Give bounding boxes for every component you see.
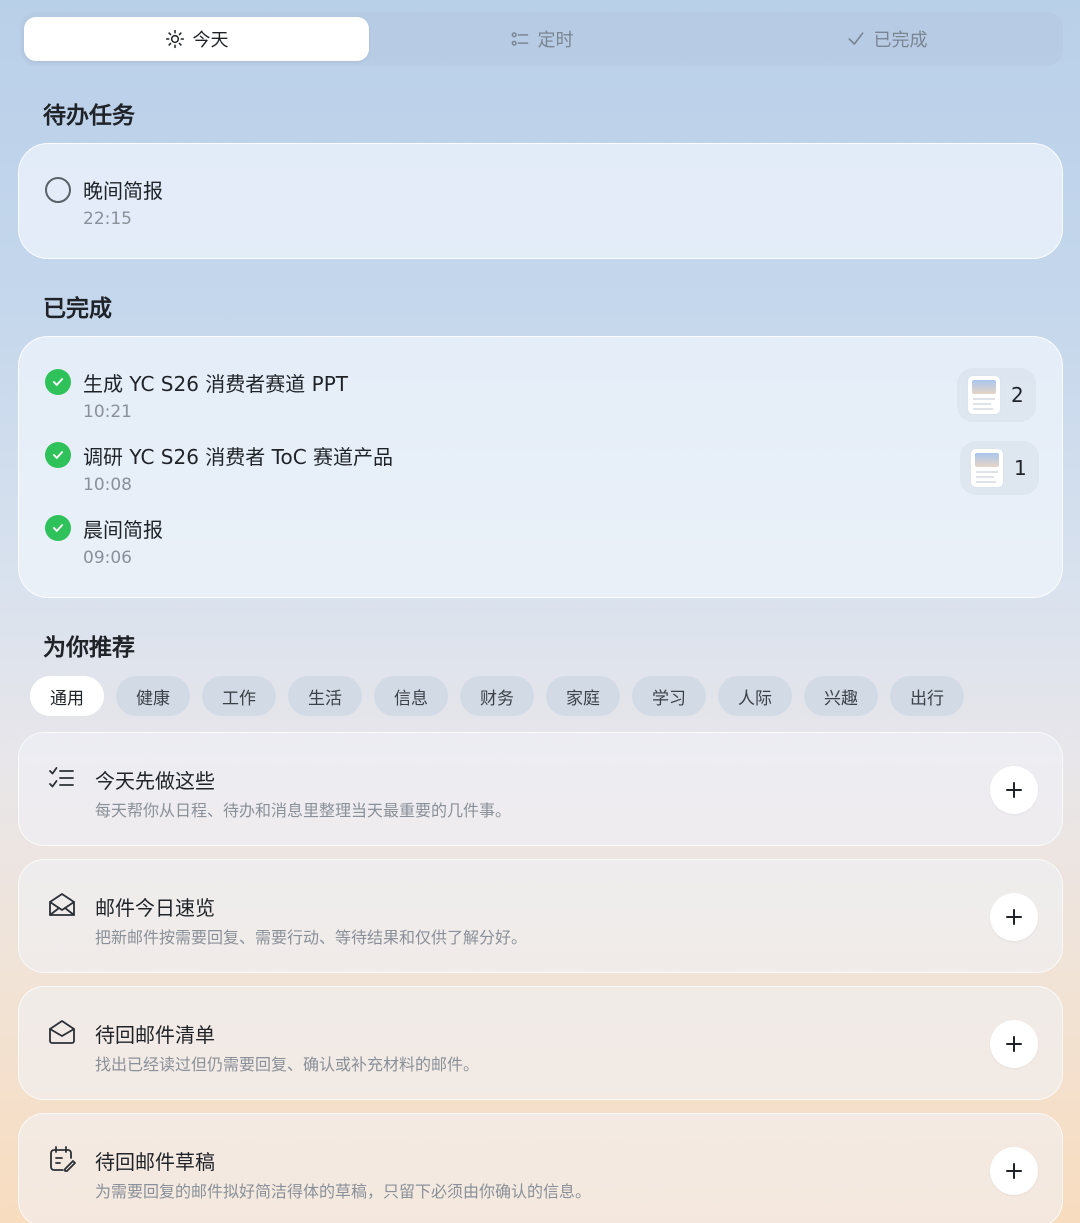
chip-life[interactable]: 生活 bbox=[288, 676, 362, 716]
add-button[interactable] bbox=[990, 893, 1038, 941]
task-time: 10:21 bbox=[83, 402, 132, 422]
todo-section-title: 待办任务 bbox=[43, 103, 135, 129]
schedule-list-icon bbox=[511, 32, 528, 46]
category-chips: 通用 健康 工作 生活 信息 财务 家庭 学习 人际 兴趣 出行 bbox=[30, 676, 964, 716]
recommend-card[interactable]: 待回邮件清单 找出已经读过但仍需要回复、确认或补充材料的邮件。 bbox=[18, 986, 1063, 1100]
attachment-count: 2 bbox=[1011, 383, 1024, 407]
recommend-desc: 为需要回复的邮件拟好简洁得体的草稿，只留下必须由你确认的信息。 bbox=[95, 1182, 592, 1201]
tab-today[interactable]: 今天 bbox=[24, 17, 369, 61]
tab-scheduled[interactable]: 定时 bbox=[369, 17, 714, 61]
chip-social[interactable]: 人际 bbox=[718, 676, 792, 716]
plus-icon bbox=[1006, 1163, 1022, 1179]
recommend-title: 今天先做这些 bbox=[95, 769, 215, 793]
checklist-icon bbox=[49, 767, 74, 788]
chip-general[interactable]: 通用 bbox=[30, 676, 104, 716]
done-card: 生成 YC S26 消费者赛道 PPT 10:21 2 调研 YC S26 消费… bbox=[18, 336, 1063, 598]
tab-label: 定时 bbox=[537, 30, 574, 51]
plus-icon bbox=[1006, 1036, 1022, 1052]
chip-study[interactable]: 学习 bbox=[632, 676, 706, 716]
sun-icon bbox=[165, 29, 184, 49]
tab-completed[interactable]: 已完成 bbox=[714, 17, 1059, 61]
add-button[interactable] bbox=[990, 1147, 1038, 1195]
attachment-badge[interactable]: 1 bbox=[960, 441, 1039, 495]
calendar-edit-icon bbox=[50, 1146, 76, 1172]
chip-info[interactable]: 信息 bbox=[374, 676, 448, 716]
check-circle-icon bbox=[45, 442, 71, 468]
mail-open-icon bbox=[49, 893, 75, 916]
recommend-card[interactable]: 邮件今日速览 把新邮件按需要回复、需要行动、等待结果和仅供了解分好。 bbox=[18, 859, 1063, 973]
add-button[interactable] bbox=[990, 1020, 1038, 1068]
done-section-title: 已完成 bbox=[43, 296, 112, 322]
check-circle-icon bbox=[45, 515, 71, 541]
add-button[interactable] bbox=[990, 766, 1038, 814]
task-title: 晚间简报 bbox=[83, 179, 163, 203]
tab-label: 已完成 bbox=[873, 30, 928, 51]
document-thumbnail-icon bbox=[967, 375, 1001, 415]
chip-health[interactable]: 健康 bbox=[116, 676, 190, 716]
document-thumbnail-icon bbox=[970, 448, 1004, 488]
chip-work[interactable]: 工作 bbox=[202, 676, 276, 716]
recommend-desc: 每天帮你从日程、待办和消息里整理当天最重要的几件事。 bbox=[95, 801, 512, 820]
chip-finance[interactable]: 财务 bbox=[460, 676, 534, 716]
top-tab-bar: 今天 定时 已完成 bbox=[20, 12, 1063, 66]
task-title: 生成 YC S26 消费者赛道 PPT bbox=[83, 372, 348, 396]
attachment-badge[interactable]: 2 bbox=[957, 368, 1036, 422]
mail-envelope-icon bbox=[49, 1020, 75, 1044]
unchecked-circle-icon[interactable] bbox=[45, 177, 71, 203]
check-icon bbox=[848, 32, 863, 45]
plus-icon bbox=[1006, 782, 1022, 798]
task-title: 晨间简报 bbox=[83, 518, 163, 542]
chip-interest[interactable]: 兴趣 bbox=[804, 676, 878, 716]
chip-family[interactable]: 家庭 bbox=[546, 676, 620, 716]
task-time: 22:15 bbox=[83, 209, 132, 229]
tab-label: 今天 bbox=[192, 30, 229, 51]
task-time: 09:06 bbox=[83, 548, 132, 568]
recommend-card[interactable]: 今天先做这些 每天帮你从日程、待办和消息里整理当天最重要的几件事。 bbox=[18, 732, 1063, 846]
recommend-desc: 把新邮件按需要回复、需要行动、等待结果和仅供了解分好。 bbox=[95, 928, 528, 947]
recommend-title: 待回邮件草稿 bbox=[95, 1150, 215, 1174]
task-title: 调研 YC S26 消费者 ToC 赛道产品 bbox=[83, 445, 394, 469]
todo-card: 晚间简报 22:15 bbox=[18, 143, 1063, 259]
check-circle-icon bbox=[45, 369, 71, 395]
task-time: 10:08 bbox=[83, 475, 132, 495]
chip-travel[interactable]: 出行 bbox=[890, 676, 964, 716]
recommend-card[interactable]: 待回邮件草稿 为需要回复的邮件拟好简洁得体的草稿，只留下必须由你确认的信息。 bbox=[18, 1113, 1063, 1223]
recommend-title: 邮件今日速览 bbox=[95, 896, 215, 920]
attachment-count: 1 bbox=[1014, 456, 1027, 480]
recommend-desc: 找出已经读过但仍需要回复、确认或补充材料的邮件。 bbox=[95, 1055, 480, 1074]
recommend-title: 待回邮件清单 bbox=[95, 1023, 215, 1047]
plus-icon bbox=[1006, 909, 1022, 925]
recommend-section-title: 为你推荐 bbox=[43, 635, 135, 661]
